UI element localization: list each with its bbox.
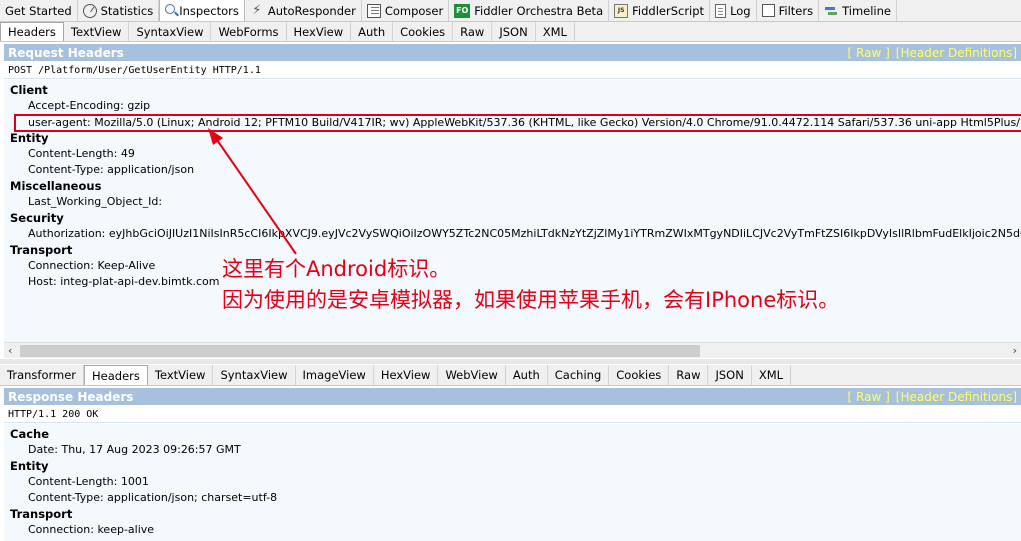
group-entity[interactable]: Entity: [4, 458, 1021, 474]
req-tab-webforms[interactable]: WebForms: [211, 22, 287, 41]
request-line: POST /Platform/User/GetUserEntity HTTP/1…: [4, 62, 1021, 79]
request-headers-title: Request Headers: [8, 45, 124, 60]
header-user-agent-row[interactable]: user-agent: Mozilla/5.0 (Linux; Android …: [4, 114, 1021, 132]
group-transport[interactable]: Transport: [4, 506, 1021, 522]
tab-label: Fiddler Orchestra Beta: [474, 3, 604, 18]
req-tab-syntaxview[interactable]: SyntaxView: [129, 22, 212, 41]
group-client[interactable]: Client: [4, 82, 1021, 98]
tab-timeline[interactable]: Timeline: [819, 0, 897, 21]
header-content-length[interactable]: Content-Length: 49: [4, 146, 1021, 162]
tab-inspectors[interactable]: Inspectors: [159, 0, 245, 21]
script-icon: JS: [614, 3, 629, 18]
req-tab-textview[interactable]: TextView: [64, 22, 130, 41]
req-tab-headers[interactable]: Headers: [0, 22, 64, 41]
composer-icon: [366, 3, 381, 18]
tab-filters[interactable]: Filters: [757, 0, 820, 21]
tab-label: Filters: [778, 3, 814, 18]
pane-splitter[interactable]: [0, 359, 1021, 364]
resp-tab-auth[interactable]: Auth: [506, 365, 548, 385]
tab-label: Inspectors: [179, 3, 239, 18]
header-last-working-object-id[interactable]: Last_Working_Object_Id:: [4, 194, 1021, 210]
scroll-right-icon[interactable]: ›: [1013, 344, 1017, 357]
raw-link[interactable]: [ Raw ]: [848, 390, 890, 404]
scroll-thumb[interactable]: [20, 345, 700, 357]
tab-label: Statistics: [100, 3, 154, 18]
request-tab-strip: Headers TextView SyntaxView WebForms Hex…: [0, 22, 1021, 42]
annotation-line-1: 这里有个Android标识。: [222, 257, 451, 281]
header-content-type[interactable]: Content-Type: application/json; charset=…: [4, 490, 1021, 506]
lightning-icon: ⚡: [252, 2, 262, 18]
checkbox-icon[interactable]: [761, 4, 775, 17]
response-headers-tree: Cache Date: Thu, 17 Aug 2023 09:26:57 GM…: [4, 424, 1021, 541]
tab-label: FiddlerScript: [632, 3, 705, 18]
horizontal-scrollbar[interactable]: ‹ ›: [4, 342, 1021, 358]
raw-link[interactable]: [ Raw ]: [848, 46, 890, 60]
header-date[interactable]: Date: Thu, 17 Aug 2023 09:26:57 GMT: [4, 442, 1021, 458]
req-tab-raw[interactable]: Raw: [453, 22, 493, 41]
tab-get-started[interactable]: Get Started: [0, 0, 78, 21]
magnifier-icon: [165, 3, 176, 14]
resp-tab-cookies[interactable]: Cookies: [609, 365, 670, 385]
resp-tab-transformer[interactable]: Transformer: [0, 365, 85, 385]
req-tab-json[interactable]: JSON: [492, 22, 536, 41]
tab-label: Log: [730, 3, 751, 18]
resp-tab-webview[interactable]: WebView: [438, 365, 506, 385]
timeline-icon: [824, 4, 838, 18]
resp-tab-caching[interactable]: Caching: [548, 365, 610, 385]
header-content-length[interactable]: Content-Length: 1001: [4, 474, 1021, 490]
header-content-type[interactable]: Content-Type: application/json: [4, 162, 1021, 178]
resp-tab-json[interactable]: JSON: [708, 365, 752, 385]
response-headers-title: Response Headers: [8, 389, 134, 404]
tab-log[interactable]: Log: [710, 0, 757, 21]
group-security[interactable]: Security: [4, 210, 1021, 226]
header-authorization[interactable]: Authorization: eyJhbGciOiJIUzI1NiIsInR5c…: [4, 226, 1021, 242]
tab-label: Timeline: [842, 3, 891, 18]
resp-tab-hexview[interactable]: HexView: [374, 365, 439, 385]
scroll-left-icon[interactable]: ‹: [8, 344, 12, 357]
tab-fiddler-orchestra[interactable]: FO Fiddler Orchestra Beta: [449, 0, 610, 21]
req-tab-hexview[interactable]: HexView: [287, 22, 352, 41]
tab-label: Composer: [384, 3, 444, 18]
header-connection[interactable]: Connection: Keep-Alive: [4, 258, 1021, 274]
tab-label: AutoResponder: [267, 3, 356, 18]
fo-icon: FO: [454, 3, 471, 18]
resp-tab-headers[interactable]: Headers: [84, 365, 148, 385]
user-agent-highlight: user-agent: Mozilla/5.0 (Linux; Android …: [14, 114, 1021, 132]
resp-tab-imageview[interactable]: ImageView: [296, 365, 374, 385]
header-definitions-link[interactable]: [Header Definitions]: [896, 390, 1017, 404]
resp-tab-xml[interactable]: XML: [752, 365, 792, 385]
req-tab-cookies[interactable]: Cookies: [393, 22, 454, 41]
header-definitions-link[interactable]: [Header Definitions]: [896, 46, 1017, 60]
tab-label: Get Started: [5, 3, 72, 18]
group-miscellaneous[interactable]: Miscellaneous: [4, 178, 1021, 194]
tab-autoresponder[interactable]: ⚡ AutoResponder: [245, 0, 362, 21]
header-accept-encoding[interactable]: Accept-Encoding: gzip: [4, 98, 1021, 114]
tab-fiddlerscript[interactable]: JS FiddlerScript: [609, 0, 711, 21]
status-line: HTTP/1.1 200 OK: [4, 406, 1021, 423]
annotation-line-2: 因为使用的是安卓模拟器，如果使用苹果手机，会有IPhone标识。: [222, 288, 840, 312]
group-entity[interactable]: Entity: [4, 130, 1021, 146]
response-headers-bar: Response Headers [ Raw ] [Header Definiti…: [4, 388, 1021, 405]
tab-statistics[interactable]: Statistics: [78, 0, 160, 21]
req-tab-xml[interactable]: XML: [536, 22, 575, 41]
group-transport[interactable]: Transport: [4, 242, 1021, 258]
log-icon: [715, 3, 727, 18]
resp-tab-textview[interactable]: TextView: [148, 365, 214, 385]
resp-tab-syntaxview[interactable]: SyntaxView: [213, 365, 296, 385]
request-headers-bar: Request Headers [ Raw ] [Header Definitio…: [4, 44, 1021, 61]
tab-composer[interactable]: Composer: [362, 0, 450, 21]
resp-tab-raw[interactable]: Raw: [669, 365, 709, 385]
group-cache[interactable]: Cache: [4, 426, 1021, 442]
main-tab-strip: Get Started Statistics Inspectors ⚡ AutoR…: [0, 0, 1021, 22]
req-tab-auth[interactable]: Auth: [351, 22, 394, 41]
response-tab-strip: Transformer Headers TextView SyntaxView …: [0, 365, 1021, 386]
header-connection[interactable]: Connection: keep-alive: [4, 522, 1021, 538]
stopwatch-icon: [82, 3, 97, 18]
